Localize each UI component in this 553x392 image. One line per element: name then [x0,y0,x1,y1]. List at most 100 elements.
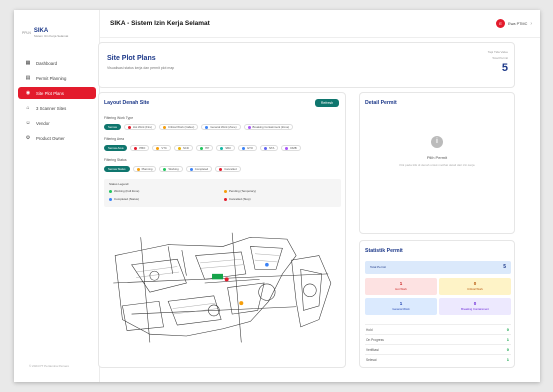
stat-row-on-progress: On Progress 1 [365,334,511,343]
sidebar-item-site-plot-plans[interactable]: ◉ Site Plot Plans [18,87,96,99]
color-dot [285,146,289,150]
sidebar-item-label: Site Plot Plans [36,90,64,96]
chip-label: SBU [225,145,231,150]
work-type-chip[interactable]: Hot Work (Fire) [123,124,156,130]
chip-label: SCD [182,145,189,150]
legend-label: Cancelled (Stop) [229,197,251,201]
stat-label: Hot Work [395,287,407,291]
work-type-chip[interactable]: Critical Work (Caltex) [158,124,199,130]
area-chip[interactable]: NTA [259,145,279,151]
color-dot [136,167,140,171]
chip-label: NTA [268,145,275,150]
sidebar: PPLN SIKA Sistem Izin Kerja Selamat ▦ Da… [14,10,100,382]
sidebar-item-product-owner[interactable]: ⚙ Product Owner [18,132,96,144]
page-title: Site Plot Plans [107,55,156,62]
total-permit-label: Total Permit [370,265,386,269]
chip-label: Critical Work (Caltex) [167,124,195,129]
legend-dot [109,189,112,193]
logo-subtitle: Sistem Izin Kerja Selamat [33,34,69,38]
stat-row-value: 1 [506,337,509,342]
stat-value: 0 [473,281,477,286]
permit-marker[interactable] [224,277,229,282]
sidebar-item-vendor[interactable]: ☺ Vendor [18,117,96,129]
chip-label: GTO [246,145,253,150]
stat-label: General Work [392,307,410,311]
work-type-chip[interactable]: Breaking Containment (Zone) [243,124,294,130]
area-chip[interactable]: GTO [237,145,257,151]
work-type-chip[interactable]: General Work (Zone) [201,124,241,130]
layout-card-title: Layout Denah Site [104,100,150,106]
stat-value: 1 [399,281,403,286]
stat-row-verifikasi: Verifikasi 0 [365,344,511,353]
status-chip[interactable]: Completed [185,166,213,172]
sidebar-item-dashboard[interactable]: ▦ Dashboard [18,57,96,69]
color-dot [156,146,160,150]
status-legend: Status Legend: Working (Full Zone) Pendi… [104,179,341,207]
area-chip[interactable]: VTC [152,145,171,151]
legend-dot [224,197,227,201]
permit-marker[interactable] [265,262,269,267]
user-name: Ewa PTMC [508,21,528,26]
sidebar-nav: ▦ Dashboard ▤ Permit Planning ◉ Site Plo… [14,54,100,147]
status-chip[interactable]: Semua Status [104,166,130,172]
legend-item: Pending (Temporary) [224,189,256,193]
stat-row-label: Selesai [366,358,377,362]
area-chip[interactable]: SBU [216,145,235,151]
legend-item: Cancelled (Stop) [224,197,251,201]
status-chip[interactable]: Planning [132,166,157,172]
sidebar-item-permit-planning[interactable]: ▤ Permit Planning [18,72,96,84]
sidebar-item-label: Vendor [36,120,50,126]
sidebar-item-label: Permit Planning [36,75,67,81]
chip-label: Planning [141,166,153,171]
area-chip[interactable]: Semua Area [104,145,128,151]
chip-label: Semua [108,124,117,129]
chip-label: Completed [194,166,209,171]
color-dot [219,167,223,171]
info-icon: i [431,136,443,148]
status-chip[interactable]: Working [159,166,183,172]
permit-marker[interactable] [239,301,244,306]
stat-row-selesai: Selesai 1 [365,354,511,363]
stat-value: 0 [473,301,477,306]
grid-icon: ▦ [25,60,31,66]
legend-dot [109,197,112,201]
stat-hot-work: 1 Hot Work [365,278,437,295]
sidebar-item-label: 3 Scanner Sites [36,105,67,111]
chip-label: General Work (Zone) [210,124,237,129]
logo[interactable]: PPLN SIKA Sistem Izin Kerja Selamat [22,28,68,38]
app-title: SIKA - Sistem Izin Kerja Selamat [110,20,210,27]
filter-area-label: Filtering Area [104,137,124,141]
area-chip[interactable]: SCD [173,145,193,151]
stat-row-hold: Hold 0 [365,324,511,333]
sidebar-item-label: Product Owner [36,135,65,141]
color-dot [263,146,267,150]
filter-status-label: Filtering Status [104,158,127,162]
filter-work-type-label: Filtering Work Type [104,116,134,120]
stat-label: Critical Work [467,287,483,291]
color-dot [163,167,167,171]
chip-label: DMB [290,145,297,150]
legend-title: Status Legend: [109,182,130,186]
users-icon: ☺ [25,120,31,126]
page-subtitle: Visualisasi status kerja dan permit plot… [107,66,175,70]
user-menu[interactable]: E Ewa PTMC › [496,19,532,28]
area-chip[interactable]: ITP [195,145,214,151]
stat-row-value: 0 [506,327,509,332]
stat-row-label: Verifikasi [366,348,379,352]
stat-breaking-containment: 0 Breaking Containment [439,298,511,315]
chip-label: VTC [161,145,167,150]
work-type-chip[interactable]: Semua [104,124,121,130]
area-chip[interactable]: PBO [130,145,150,151]
stat-row-value: 0 [506,347,509,352]
color-dot [205,125,209,129]
site-plot-map[interactable] [103,219,343,347]
status-chip[interactable]: Cancelled [215,166,241,172]
sidebar-item-scanner-sites[interactable]: ⌂ 3 Scanner Sites [18,102,96,114]
empty-state-title: Pilih Permit [426,155,448,160]
refresh-button[interactable]: Refresh [315,99,339,107]
stat-row-label: On Progress [366,338,384,342]
legend-label: Pending (Temporary) [229,189,256,193]
header-count-label: Total Permit [492,56,508,60]
stat-critical-work: 0 Critical Work [439,278,511,295]
area-chip[interactable]: DMB [281,145,301,151]
